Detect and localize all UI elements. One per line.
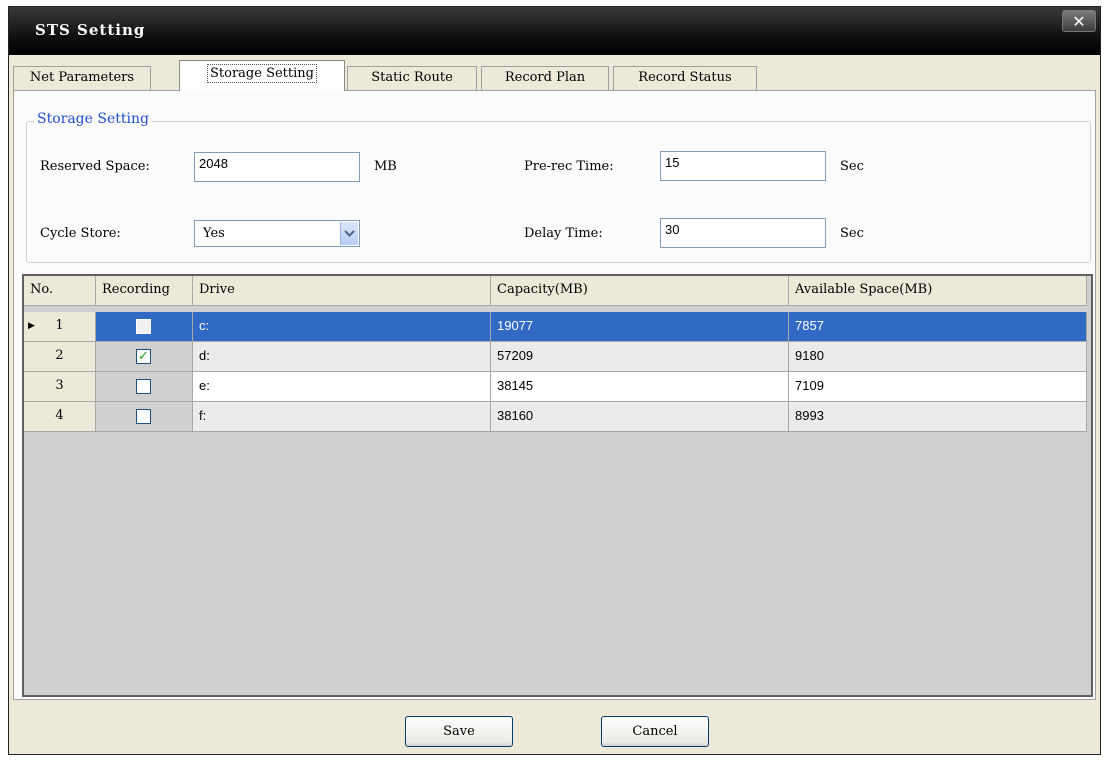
drive-cell[interactable]: f: xyxy=(193,402,491,432)
cycle-store-select[interactable]: Yes xyxy=(194,220,360,247)
recording-cell xyxy=(96,402,193,432)
row-number[interactable]: 2 xyxy=(24,342,96,372)
col-header-recording[interactable]: Recording xyxy=(96,276,193,306)
table-row[interactable]: ▶ 1 c: 19077 7857 xyxy=(24,312,1087,342)
available-space-cell[interactable]: 7109 xyxy=(789,372,1087,402)
recording-checkbox[interactable] xyxy=(136,319,151,334)
close-button[interactable]: ✕ xyxy=(1062,10,1096,32)
drive-cell[interactable]: e: xyxy=(193,372,491,402)
capacity-cell[interactable]: 19077 xyxy=(491,312,789,342)
recording-cell xyxy=(96,372,193,402)
delay-time-unit: Sec xyxy=(840,226,864,241)
available-space-cell[interactable]: 8993 xyxy=(789,402,1087,432)
col-header-drive[interactable]: Drive xyxy=(193,276,491,306)
storage-setting-panel: Storage Setting Reserved Space: 2048 MB … xyxy=(13,90,1096,700)
prerec-time-label: Pre-rec Time: xyxy=(524,159,614,174)
sts-setting-dialog: STS Setting ✕ Net Parameters Storage Set… xyxy=(8,6,1101,755)
close-icon: ✕ xyxy=(1072,12,1086,31)
available-space-cell[interactable]: 9180 xyxy=(789,342,1087,372)
prerec-time-unit: Sec xyxy=(840,159,864,174)
tab-storage-setting[interactable]: Storage Setting xyxy=(179,60,345,91)
tab-record-status[interactable]: Record Status xyxy=(613,66,757,90)
row-number[interactable]: 4 xyxy=(24,402,96,432)
row-number[interactable]: 3 xyxy=(24,372,96,402)
prerec-time-input[interactable]: 15 xyxy=(660,151,826,181)
reserved-space-input[interactable]: 2048 xyxy=(194,152,360,182)
recording-cell: ✓ xyxy=(96,342,193,372)
col-header-capacity[interactable]: Capacity(MB) xyxy=(491,276,789,306)
cancel-button[interactable]: Cancel xyxy=(601,716,709,747)
drive-table: No. Recording Drive Capacity(MB) Availab… xyxy=(22,274,1093,697)
delay-time-label: Delay Time: xyxy=(524,226,603,241)
recording-checkbox[interactable] xyxy=(136,379,151,394)
drive-cell[interactable]: c: xyxy=(193,312,491,342)
table-row[interactable]: 3 e: 38145 7109 xyxy=(24,372,1087,402)
tab-record-plan[interactable]: Record Plan xyxy=(481,66,609,90)
cycle-store-label: Cycle Store: xyxy=(40,226,121,241)
recording-checkbox[interactable] xyxy=(136,409,151,424)
reserved-space-unit: MB xyxy=(374,159,397,174)
group-legend: Storage Setting xyxy=(34,111,152,127)
reserved-space-label: Reserved Space: xyxy=(40,159,150,174)
available-space-cell[interactable]: 7857 xyxy=(789,312,1087,342)
title-bar[interactable]: STS Setting ✕ xyxy=(9,7,1100,55)
storage-setting-group xyxy=(26,121,1091,263)
table-row[interactable]: 4 f: 38160 8993 xyxy=(24,402,1087,432)
tab-static-route[interactable]: Static Route xyxy=(347,66,477,90)
tab-net-parameters[interactable]: Net Parameters xyxy=(13,66,151,90)
table-header-row: No. Recording Drive Capacity(MB) Availab… xyxy=(24,276,1087,306)
delay-time-input[interactable]: 30 xyxy=(660,218,826,248)
capacity-cell[interactable]: 38160 xyxy=(491,402,789,432)
window-title: STS Setting xyxy=(35,21,146,39)
col-header-no[interactable]: No. xyxy=(24,276,96,306)
current-row-arrow-icon: ▶ xyxy=(28,321,35,331)
recording-checkbox-checked[interactable]: ✓ xyxy=(136,349,151,364)
save-button[interactable]: Save xyxy=(405,716,513,747)
capacity-cell[interactable]: 38145 xyxy=(491,372,789,402)
table-row[interactable]: 2 ✓ d: 57209 9180 xyxy=(24,342,1087,372)
row-number[interactable]: ▶ 1 xyxy=(24,312,96,342)
cycle-store-value: Yes xyxy=(203,226,225,241)
capacity-cell[interactable]: 57209 xyxy=(491,342,789,372)
col-header-available[interactable]: Available Space(MB) xyxy=(789,276,1087,306)
recording-cell xyxy=(96,312,193,342)
drive-cell[interactable]: d: xyxy=(193,342,491,372)
chevron-down-icon[interactable] xyxy=(340,222,358,245)
